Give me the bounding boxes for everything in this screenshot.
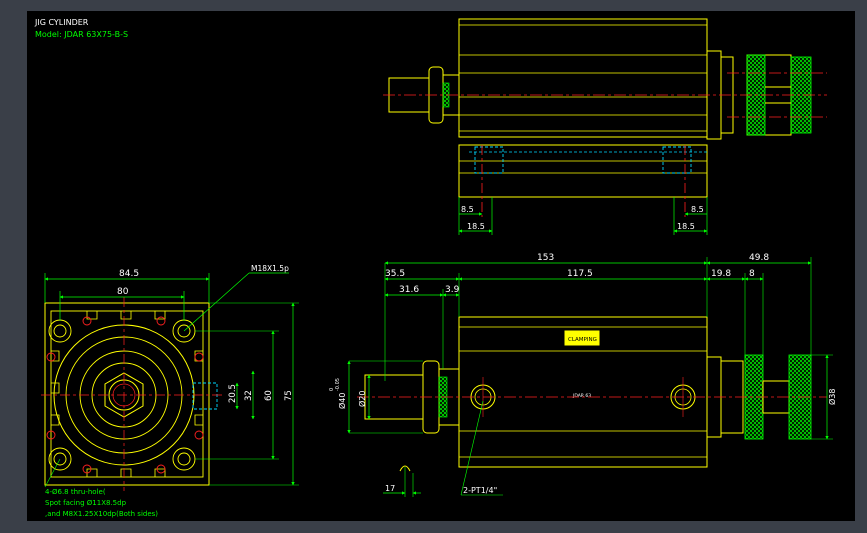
nameplate-text: CLAMPING [568,337,597,343]
dim-left-width: 18.5 [467,222,485,231]
dim-bolt-pitch: 80 [117,287,129,297]
dim-port-pitch: 20.5 [228,384,238,403]
dim-body-length: 117.5 [567,269,593,279]
dim-rod-length: 35.5 [385,269,405,279]
dim-rod-tol-lower: -0.05 [335,378,341,391]
dim-shaft-diameter: Ø20 [357,391,367,407]
dim-knob-length: 19.8 [711,269,731,279]
dim-overall-height: 75 [284,390,294,401]
dim-bottom-offset: 17 [385,484,395,493]
dim-inner-height: 32 [244,390,254,401]
cad-drawing: JIG CYLINDER Model: JDAR 63X75-B-S 8.5 1… [34,18,837,518]
dim-left-offset: 8.5 [461,205,474,214]
dim-rod-to-face: 31.6 [399,285,419,295]
front-view: 84.5 80 M18X1.5p 20.5 32 60 75 4-Ø6.8 th… [41,264,299,518]
dim-thread: M18X1.5p [251,264,289,273]
center-label: JDAR 63 [572,393,591,399]
cad-window: JIG CYLINDER Model: JDAR 63X75-B-S 8.5 1… [0,0,867,533]
dim-right-offset: 8.5 [691,205,704,214]
dim-face-thickness: 3.9 [445,285,460,295]
side-view: CLAMPING JDAR 63 153 49.8 35.5 117.5 19.… [329,253,837,497]
dim-extension: 49.8 [749,253,769,263]
dim-knob-gap: 8 [749,269,755,279]
dim-right-width: 18.5 [677,222,695,231]
dim-bolt-height: 60 [264,390,274,401]
top-view: 8.5 18.5 8.5 18.5 [383,18,827,235]
note-spot-facing: Spot facing Ø11X8.5dp [45,499,127,507]
note-thread-both-sides: ,and M8X1.25X10dp(Both sides) [45,510,158,518]
dim-total-length: 153 [537,253,554,263]
dim-rod-diameter: Ø40 [337,393,347,409]
drawing-canvas[interactable]: JIG CYLINDER Model: JDAR 63X75-B-S 8.5 1… [27,11,855,521]
note-thru-hole: 4-Ø6.8 thru-hole( [45,488,106,496]
dim-port: 2-PT1/4" [463,486,497,495]
drawing-model: Model: JDAR 63X75-B-S [35,30,128,39]
drawing-title: JIG CYLINDER [34,18,89,27]
dim-overall-width: 84.5 [119,269,139,279]
dim-knob-diameter: Ø38 [827,389,837,405]
